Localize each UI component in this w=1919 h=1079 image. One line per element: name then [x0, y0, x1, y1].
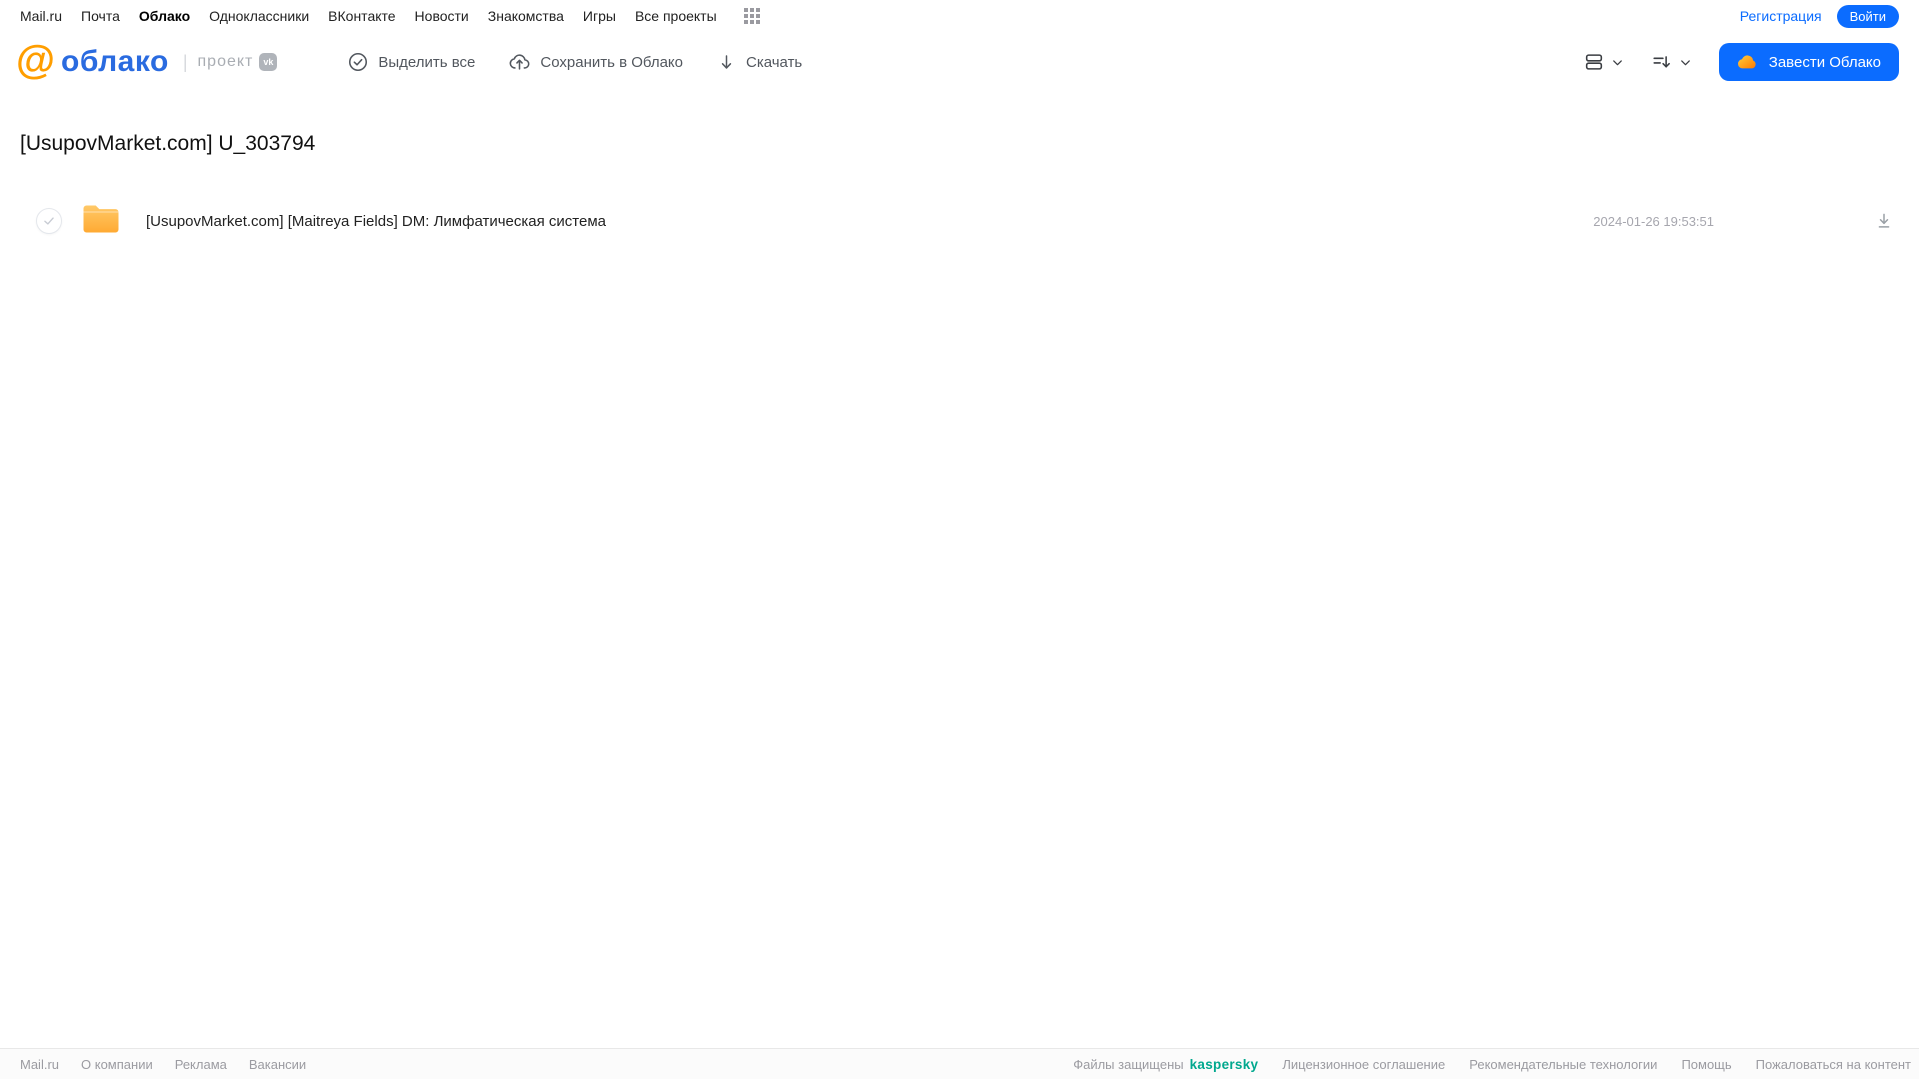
- nav-item-oblako[interactable]: Облако: [139, 8, 190, 24]
- save-to-cloud-button[interactable]: Сохранить в Облако: [508, 51, 683, 73]
- cloud-toolbar: @ облако | проект vk Выделить все Сохран…: [0, 30, 1919, 94]
- nav-item-vkontakte[interactable]: ВКонтакте: [328, 8, 395, 24]
- cloud-logo-text: облако: [61, 45, 169, 78]
- footer-link-help[interactable]: Помощь: [1681, 1057, 1731, 1072]
- download-icon: [716, 52, 737, 73]
- create-cloud-button[interactable]: Завести Облако: [1718, 43, 1899, 81]
- footer-link-recommendation-tech[interactable]: Рекомендательные технологии: [1469, 1057, 1657, 1072]
- kaspersky-protected: Файлы защищены kaspersky: [1073, 1057, 1258, 1072]
- footer-link-jobs[interactable]: Вакансии: [249, 1057, 306, 1072]
- footer-link-license[interactable]: Лицензионное соглашение: [1282, 1057, 1445, 1072]
- chevron-down-icon: [1678, 55, 1693, 70]
- download-underline-icon: [1874, 211, 1894, 231]
- select-all-label: Выделить все: [378, 53, 476, 71]
- footer-link-ads[interactable]: Реклама: [175, 1057, 227, 1072]
- nav-item-odnoklassniki[interactable]: Одноклассники: [209, 8, 309, 24]
- row-checkbox[interactable]: [36, 208, 62, 234]
- portal-nav: Mail.ru Почта Облако Одноклассники ВКонт…: [0, 0, 1919, 30]
- nav-item-novosti[interactable]: Новости: [415, 8, 469, 24]
- cloud-upload-icon: [508, 51, 531, 73]
- nav-item-vse-proekty[interactable]: Все проекты: [635, 8, 717, 24]
- create-cloud-label: Завести Облако: [1768, 53, 1881, 71]
- toolbar-right: Завести Облако: [1583, 43, 1899, 81]
- portal-nav-links: Mail.ru Почта Облако Одноклассники ВКонт…: [20, 8, 760, 24]
- file-row[interactable]: [UsupovMarket.com] [Maitreya Fields] DM:…: [0, 200, 1919, 242]
- sort-icon: [1651, 51, 1673, 73]
- footer-right-links: Файлы защищены kaspersky Лицензионное со…: [1073, 1057, 1911, 1072]
- footer: Mail.ru О компании Реклама Вакансии Файл…: [0, 1048, 1919, 1079]
- check-circle-icon: [347, 51, 369, 73]
- logo-divider: |: [182, 51, 188, 72]
- apps-grid-icon[interactable]: [743, 8, 760, 24]
- file-list-view: [UsupovMarket.com] U_303794 [UsupovMarke…: [0, 94, 1919, 242]
- project-label: проект: [197, 53, 254, 70]
- footer-left-links: Mail.ru О компании Реклама Вакансии: [20, 1057, 306, 1072]
- nav-item-pochta[interactable]: Почта: [81, 8, 120, 24]
- vk-badge-icon: vk: [259, 53, 278, 71]
- portal-nav-right: Регистрация Войти: [1740, 4, 1899, 28]
- nav-item-igry[interactable]: Игры: [583, 8, 616, 24]
- footer-link-report-content[interactable]: Пожаловаться на контент: [1756, 1057, 1911, 1072]
- download-button[interactable]: Скачать: [716, 52, 802, 73]
- chevron-down-icon: [1610, 55, 1625, 70]
- cloud-icon: [1737, 53, 1759, 71]
- mailru-at-icon: @: [16, 38, 56, 82]
- login-button[interactable]: Войти: [1836, 4, 1899, 28]
- footer-link-mailru[interactable]: Mail.ru: [20, 1057, 59, 1072]
- view-mode-toggle[interactable]: [1583, 51, 1625, 73]
- register-link[interactable]: Регистрация: [1740, 8, 1822, 24]
- protected-label: Файлы защищены: [1073, 1056, 1184, 1072]
- kaspersky-logo: kaspersky: [1189, 1056, 1259, 1072]
- file-date: 2024-01-26 19:53:51: [1593, 213, 1714, 229]
- folder-icon: [82, 203, 120, 239]
- save-to-cloud-label: Сохранить в Облако: [540, 53, 683, 71]
- footer-link-about[interactable]: О компании: [81, 1057, 153, 1072]
- page-title: [UsupovMarket.com] U_303794: [20, 132, 316, 155]
- download-label: Скачать: [746, 53, 803, 71]
- row-download-button[interactable]: [1874, 211, 1894, 231]
- file-name-link[interactable]: [UsupovMarket.com] [Maitreya Fields] DM:…: [146, 213, 1593, 230]
- select-all-button[interactable]: Выделить все: [347, 51, 475, 73]
- toolbar-actions: Выделить все Сохранить в Облако Скачать: [347, 51, 802, 73]
- sort-toggle[interactable]: [1651, 51, 1693, 73]
- nav-item-znakomstva[interactable]: Знакомства: [488, 8, 564, 24]
- cloud-logo[interactable]: @ облако | проект vk: [16, 40, 278, 80]
- nav-item-mailru[interactable]: Mail.ru: [20, 8, 62, 24]
- list-view-icon: [1583, 51, 1605, 73]
